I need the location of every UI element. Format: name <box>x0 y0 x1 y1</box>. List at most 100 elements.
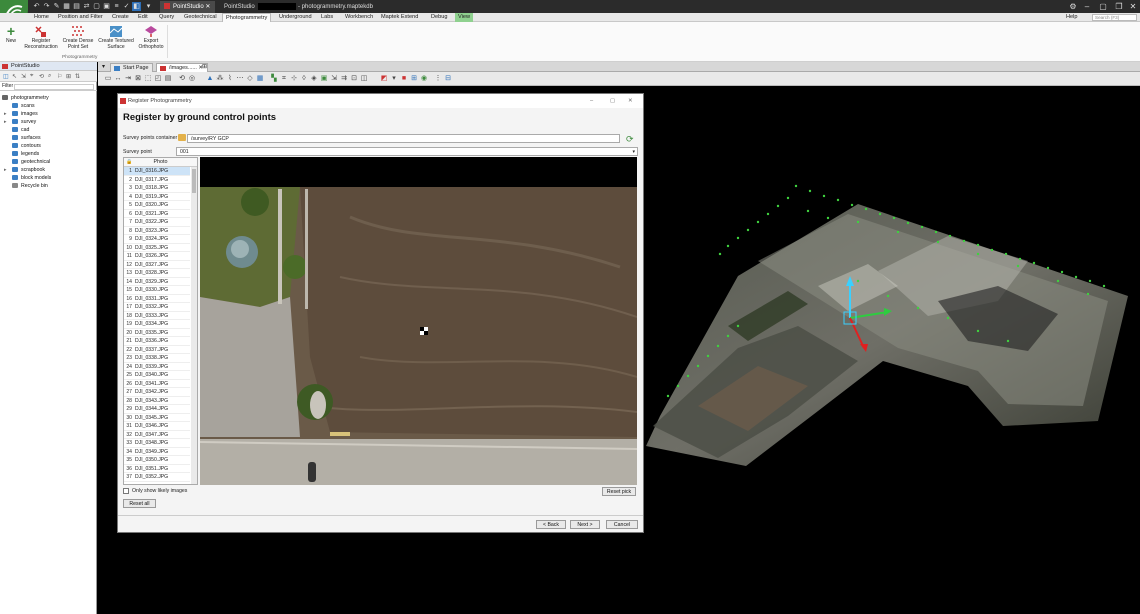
search-input[interactable]: Search (F3) <box>1092 14 1137 21</box>
toolbar-icon[interactable]: ◫ <box>3 73 9 80</box>
new-tab-icon[interactable]: ⊞ <box>202 63 207 70</box>
survey-point-select[interactable]: 001 ▾ <box>176 147 638 156</box>
redo-icon[interactable]: ↷ <box>42 2 51 11</box>
minimize-button[interactable]: – <box>590 94 593 108</box>
toolbar-icon[interactable]: ⇅ <box>75 73 80 80</box>
toolbar-icon[interactable]: ⋮ <box>434 75 442 83</box>
tab-view[interactable]: View <box>455 13 474 22</box>
toolbar-icon[interactable]: ◉ <box>420 75 428 83</box>
toolbar-icon[interactable]: ⊞ <box>410 75 418 83</box>
photo-row[interactable]: 12 DJI_0327.JPG <box>124 261 190 269</box>
scrollbar[interactable] <box>191 167 197 484</box>
likely-images-label[interactable]: Only show likely images <box>132 488 187 494</box>
close-button[interactable]: ✕ <box>1126 1 1140 12</box>
toolbar-icon[interactable]: ⌖ <box>30 73 33 80</box>
photo-row[interactable]: 24 DJI_0339.JPG <box>124 363 190 371</box>
photo-row[interactable]: 26 DJI_0341.JPG <box>124 380 190 388</box>
maximize-button[interactable]: ▢ <box>1096 1 1110 12</box>
tab-start-page[interactable]: Start Page <box>110 63 154 72</box>
toolbar-icon[interactable]: ◇ <box>246 75 254 83</box>
toolbar-icon[interactable]: ⇉ <box>340 75 348 83</box>
photo-row[interactable]: 18 DJI_0333.JPG <box>124 312 190 320</box>
quick-access-icon[interactable]: ✎ <box>52 2 61 11</box>
photo-row[interactable]: 15 DJI_0330.JPG <box>124 286 190 295</box>
cancel-button[interactable]: Cancel <box>606 520 638 529</box>
create-dense-point-set-button[interactable]: Create Dense Point Set <box>61 24 95 56</box>
quick-access-icon[interactable]: ▢ <box>92 2 101 11</box>
toolbar-icon[interactable]: ◫ <box>360 75 368 83</box>
tab-home[interactable]: Home <box>31 13 52 22</box>
photo-row[interactable]: 23 DJI_0338.JPG <box>124 354 190 363</box>
photo-row[interactable]: 22 DJI_0337.JPG <box>124 346 190 354</box>
dropdown-icon[interactable]: ▾ <box>144 2 153 11</box>
reset-all-button[interactable]: Reset all <box>123 499 156 508</box>
photo-row[interactable]: 29 DJI_0344.JPG <box>124 405 190 414</box>
toolbar-icon[interactable]: ⌇ <box>226 75 234 83</box>
photo-row[interactable]: 27 DJI_0342.JPG <box>124 388 190 397</box>
tree-item-surfaces[interactable]: surfaces <box>0 134 97 142</box>
toolbar-icon[interactable]: ⊠ <box>134 75 142 83</box>
new-button[interactable]: + New <box>0 24 26 56</box>
tab-workbench[interactable]: Workbench <box>342 13 376 22</box>
tree-root[interactable]: photogrammetry <box>0 94 97 102</box>
survey-container-field[interactable]: /survey/RY GCP <box>187 134 620 143</box>
tree-item-survey[interactable]: ▸ survey <box>0 118 97 126</box>
toolbar-icon[interactable]: ▲ <box>206 75 214 83</box>
register-reconstruction-button[interactable]: Register Reconstruction <box>24 24 58 56</box>
likely-images-checkbox[interactable] <box>123 488 129 494</box>
tab-create[interactable]: Create <box>109 13 132 22</box>
maximize-button[interactable]: ▢ <box>610 94 615 108</box>
toolbar-icon[interactable]: ⟲ <box>39 73 44 80</box>
tab-images-view[interactable]: /images...... ✕ <box>156 63 208 72</box>
tree-item-cad[interactable]: cad <box>0 126 97 134</box>
quick-access-icon[interactable]: ▦ <box>62 2 71 11</box>
photo-row[interactable]: 36 DJI_0351.JPG <box>124 465 190 473</box>
scrollbar-thumb[interactable] <box>192 169 196 193</box>
toolbar-icon[interactable]: ⊹ <box>290 75 298 83</box>
tree-item-scans[interactable]: scans <box>0 102 97 110</box>
photo-row[interactable]: 9 DJI_0324.JPG <box>124 235 190 244</box>
quick-access-icon[interactable]: ⇄ <box>82 2 91 11</box>
photo-row[interactable]: 31 DJI_0346.JPG <box>124 422 190 431</box>
next-button[interactable]: Next > <box>570 520 600 529</box>
toolbar-icon[interactable]: ⚐ <box>57 73 62 80</box>
minimize-button[interactable]: – <box>1080 1 1094 12</box>
tree-item-images[interactable]: ▸ images <box>0 110 97 118</box>
photo-row[interactable]: 35 DJI_0350.JPG <box>124 456 190 465</box>
toolbar-icon[interactable]: ⇲ <box>330 75 338 83</box>
tree-item-geotechnical[interactable]: geotechnical <box>0 158 97 166</box>
photo-column-header[interactable]: 🔒 Photo <box>124 158 197 167</box>
app-tab-active[interactable]: PointStudio ✕ <box>160 1 215 13</box>
toolbar-icon[interactable]: ▚ <box>270 75 278 83</box>
photo-row[interactable]: 32 DJI_0347.JPG <box>124 431 190 439</box>
refresh-icon[interactable]: ⟳ <box>626 134 636 144</box>
expand-icon[interactable]: ▸ <box>4 110 7 118</box>
photo-row[interactable]: 20 DJI_0335.JPG <box>124 329 190 337</box>
toolbar-icon[interactable]: ◊ <box>300 75 308 83</box>
photo-row[interactable]: 19 DJI_0334.JPG <box>124 320 190 329</box>
photo-row[interactable]: 34 DJI_0349.JPG <box>124 448 190 456</box>
undo-icon[interactable]: ↶ <box>32 2 41 11</box>
toolbar-icon[interactable]: ⌗ <box>280 75 288 83</box>
photo-row[interactable]: 11 DJI_0326.JPG <box>124 252 190 261</box>
toolbar-icon[interactable]: ◎ <box>188 75 196 83</box>
photo-row[interactable]: 1 DJI_0316.JPG <box>124 167 190 176</box>
back-button[interactable]: < Back <box>536 520 566 529</box>
quick-access-icon[interactable]: ▤ <box>72 2 81 11</box>
photo-row[interactable]: 7 DJI_0322.JPG <box>124 218 190 227</box>
toolbar-icon[interactable]: ⋯ <box>236 75 244 83</box>
tab-query[interactable]: Query <box>156 13 177 22</box>
toolbar-icon[interactable]: ■ <box>400 75 408 83</box>
photo-row[interactable]: 37 DJI_0352.JPG <box>124 473 190 482</box>
toolbar-icon[interactable]: ⟲ <box>178 75 186 83</box>
expand-icon[interactable]: ▸ <box>4 166 7 174</box>
photo-row[interactable]: 25 DJI_0340.JPG <box>124 371 190 380</box>
toolbar-icon[interactable]: ⊡ <box>350 75 358 83</box>
photo-row[interactable]: 14 DJI_0329.JPG <box>124 278 190 286</box>
photo-row[interactable]: 28 DJI_0343.JPG <box>124 397 190 405</box>
quick-access-icon[interactable]: ✓ <box>122 2 131 11</box>
menu-icon[interactable]: ▾ <box>102 63 105 70</box>
aerial-photo-view[interactable] <box>200 157 637 485</box>
toolbar-icon[interactable]: ⇲ <box>21 73 26 80</box>
photo-row[interactable]: 4 DJI_0319.JPG <box>124 193 190 201</box>
